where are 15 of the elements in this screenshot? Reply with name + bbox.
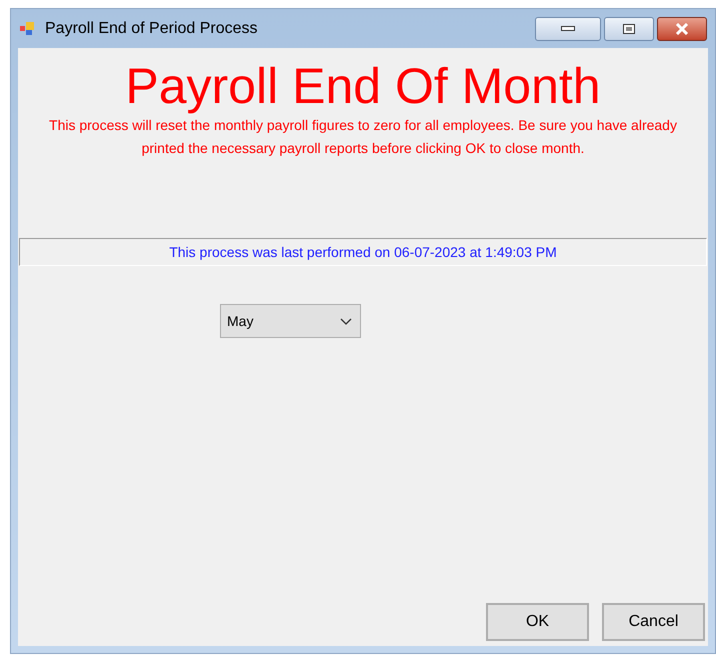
maximize-icon [623, 24, 635, 34]
last-performed-bar: This process was last performed on 06-07-2023 at 1:49:03 PM [19, 238, 707, 266]
window-title: Payroll End of Period Process [45, 18, 258, 38]
month-dropdown[interactable]: May [220, 304, 361, 338]
app-icon [19, 20, 37, 36]
ok-button[interactable]: OK [486, 603, 589, 641]
warning-text: This process will reset the monthly payroll figures to zero for all employees. Be sure you have already printed the necessary payroll reports before clicking OK to close month. [48, 116, 678, 158]
heading: Payroll End Of Month [124, 58, 602, 114]
minimize-icon [561, 26, 575, 31]
close-button[interactable] [657, 16, 707, 40]
maximize-button[interactable] [604, 16, 654, 40]
cancel-button[interactable]: Cancel [602, 603, 705, 641]
chevron-down-icon [340, 318, 352, 324]
close-icon [675, 22, 689, 34]
minimize-button[interactable] [535, 16, 601, 40]
